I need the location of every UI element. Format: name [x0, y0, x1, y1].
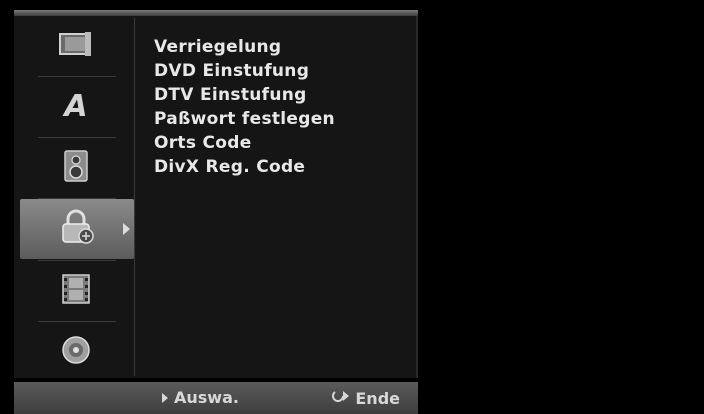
lock-submenu-list: Verriegelung DVD Einstufung DTV Einstufu… — [154, 35, 335, 179]
disc-icon — [60, 334, 92, 370]
footer-exit-hint: Ende — [331, 388, 400, 408]
footer-exit-label: Ende — [355, 388, 400, 408]
speaker-icon — [63, 149, 89, 187]
category-tab-disc[interactable] — [18, 322, 134, 382]
menu-item-orts-code[interactable]: Orts Code — [154, 131, 335, 155]
menu-item-passwort-festlegen[interactable]: Paßwort festlegen — [154, 107, 335, 131]
category-tab-audio[interactable] — [18, 138, 134, 198]
osd-screen: A Verriegelung DVD Einstufung DTV Einstu… — [0, 0, 704, 414]
lock-icon — [58, 208, 96, 250]
footer-select-hint: Auswa. — [162, 388, 239, 407]
play-triangle-icon — [162, 392, 168, 403]
column-divider — [134, 18, 135, 376]
category-tab-display[interactable] — [18, 16, 134, 76]
film-icon — [61, 273, 91, 309]
category-tab-lock[interactable] — [20, 199, 134, 259]
category-icon-column: A — [18, 16, 134, 378]
selected-arrow-icon — [123, 223, 130, 235]
return-icon — [331, 388, 351, 408]
menu-item-divx-reg-code[interactable]: DivX Reg. Code — [154, 155, 335, 179]
svg-text:A: A — [62, 89, 87, 122]
footer-bar: Auswa. Ende — [14, 382, 418, 414]
setup-menu-panel: A Verriegelung DVD Einstufung DTV Einstu… — [14, 16, 418, 378]
menu-item-dtv-einstufung[interactable]: DTV Einstufung — [154, 83, 335, 107]
language-icon: A — [59, 88, 93, 126]
footer-select-label: Auswa. — [174, 388, 239, 407]
category-tab-others[interactable] — [18, 261, 134, 321]
screen-icon — [59, 31, 93, 61]
menu-item-dvd-einstufung[interactable]: DVD Einstufung — [154, 59, 335, 83]
category-tab-language[interactable]: A — [18, 77, 134, 137]
menu-item-verriegelung[interactable]: Verriegelung — [154, 35, 335, 59]
